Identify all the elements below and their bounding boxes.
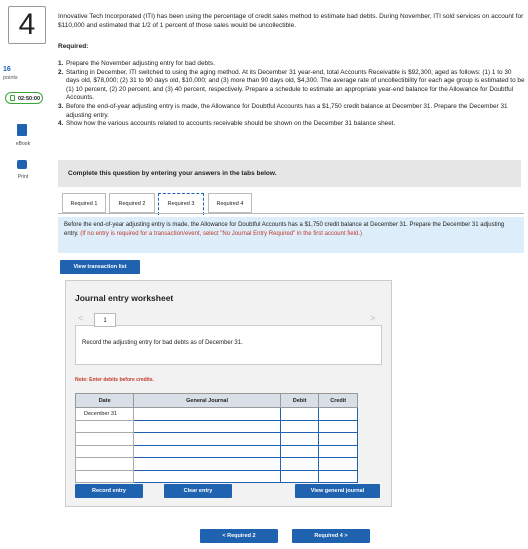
print-label: Print: [17, 174, 29, 180]
col-debit: Debit: [279, 393, 320, 408]
col-general-journal: General Journal: [133, 393, 281, 408]
requirement-item: 1. Prepare the November adjusting entry f…: [58, 60, 215, 67]
journal-table: Date General Journal Debit Credit Decemb…: [74, 393, 358, 483]
required-heading: Required:: [58, 43, 89, 50]
debit-input[interactable]: [279, 469, 320, 483]
account-input[interactable]: [133, 419, 281, 433]
debit-input[interactable]: [279, 444, 320, 458]
prev-page-icon[interactable]: <: [78, 313, 83, 323]
timer[interactable]: 02:50:00: [5, 92, 43, 104]
worksheet-title: Journal entry worksheet: [75, 293, 174, 303]
view-transaction-list-button[interactable]: View transaction list: [60, 260, 140, 274]
tab-required-3[interactable]: Required 3: [158, 193, 204, 215]
credit-input[interactable]: [318, 444, 358, 458]
debit-input[interactable]: [279, 407, 320, 421]
requirement-item: 2. Starting in December, ITI switched to …: [58, 68, 525, 102]
instructions-banner: Complete this question by entering your …: [58, 160, 521, 187]
table-row: [74, 469, 358, 483]
worksheet-description: Record the adjusting entry for bad debts…: [75, 325, 382, 365]
debit-input[interactable]: [279, 457, 320, 471]
info-panel: Before the end-of-year adjusting entry i…: [58, 217, 524, 253]
date-cell: December 31: [74, 407, 135, 421]
requirement-item: 4. Show how the various accounts related …: [58, 120, 396, 128]
requirements-list: 1. Prepare the November adjusting entry f…: [58, 60, 526, 129]
table-row: [74, 457, 358, 471]
question-number: 4: [8, 6, 46, 44]
record-entry-button[interactable]: Record entry: [75, 484, 143, 498]
ebook-label: eBook: [15, 141, 31, 147]
ebook-link[interactable]: eBook: [3, 124, 43, 147]
worksheet-page-tab[interactable]: 1: [94, 313, 116, 327]
printer-icon: [17, 160, 27, 169]
hourglass-icon: [10, 95, 15, 101]
timer-value: 02:50:00: [18, 96, 41, 102]
view-general-journal-button[interactable]: View general journal: [295, 484, 380, 498]
credit-input[interactable]: [318, 419, 358, 433]
credit-input[interactable]: [318, 432, 358, 446]
credit-input[interactable]: [318, 457, 358, 471]
table-row: [74, 444, 358, 458]
next-required-button[interactable]: Required 4 >: [292, 529, 370, 543]
points-label: points: [3, 75, 18, 81]
credit-input[interactable]: [318, 469, 358, 483]
col-date: Date: [74, 393, 135, 408]
col-credit: Credit: [318, 393, 358, 408]
question-intro: Innovative Tech Incorporated (ITI) has b…: [58, 13, 524, 29]
debit-input[interactable]: [279, 432, 320, 446]
next-page-icon[interactable]: >: [370, 313, 375, 323]
debit-input[interactable]: [279, 419, 320, 433]
account-input[interactable]: [133, 457, 281, 471]
date-cell: [74, 432, 135, 446]
date-cell: [74, 469, 135, 483]
date-cell: [74, 457, 135, 471]
book-icon: [17, 124, 27, 136]
table-row: [74, 432, 358, 446]
table-row: December 31: [74, 407, 358, 421]
table-row: [74, 419, 358, 433]
points-value: 16: [3, 66, 11, 73]
credit-input[interactable]: [318, 407, 358, 421]
account-input[interactable]: [133, 469, 281, 483]
prev-required-button[interactable]: < Required 2: [200, 529, 278, 543]
tab-divider: [58, 213, 524, 214]
tab-required-2[interactable]: Required 2: [109, 193, 155, 213]
account-input[interactable]: [133, 444, 281, 458]
date-cell: [74, 444, 135, 458]
date-cell: [74, 419, 135, 433]
tab-required-1[interactable]: Required 1: [62, 193, 106, 213]
clear-entry-button[interactable]: Clear entry: [164, 484, 232, 498]
debits-note: Note: Enter debits before credits.: [75, 377, 154, 383]
print-link[interactable]: Print: [3, 160, 43, 180]
account-input[interactable]: [133, 432, 281, 446]
tab-required-4[interactable]: Required 4: [208, 193, 252, 213]
account-input[interactable]: [133, 407, 281, 421]
requirement-item: 3. Before the end-of-year adjusting entry…: [58, 102, 508, 119]
info-note: (If no entry is required for a transacti…: [80, 230, 362, 237]
